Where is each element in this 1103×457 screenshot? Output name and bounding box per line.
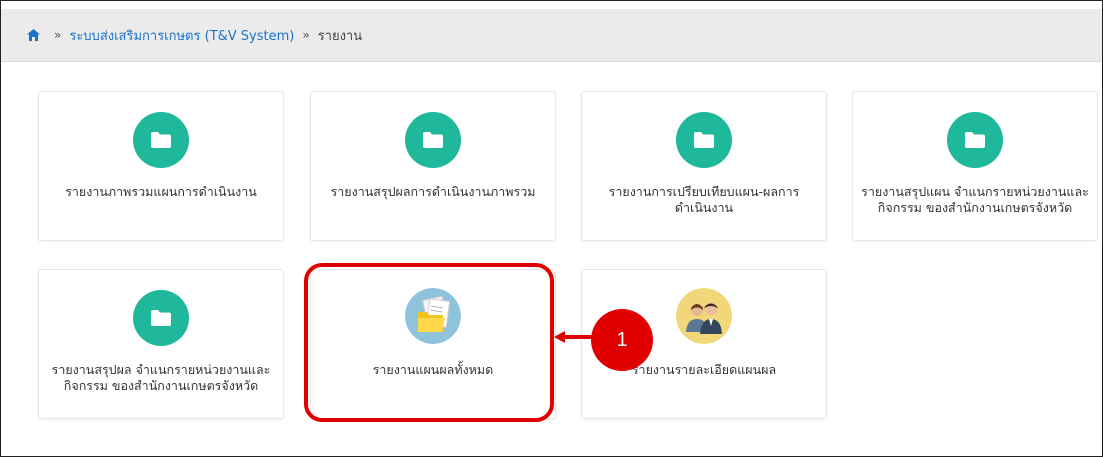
report-card-plan-vs-result[interactable]: รายงานการเปรียบเทียบแผน-ผลการดำเนินงาน <box>581 91 827 241</box>
folder-icon-circle <box>676 112 732 168</box>
page-frame: » ระบบส่งเสริมการเกษตร (T&V System) » รา… <box>0 0 1103 457</box>
folder-icon-circle <box>947 112 1003 168</box>
folder-icon-circle <box>405 112 461 168</box>
folder-icon <box>151 310 171 326</box>
report-card-overview-plan[interactable]: รายงานภาพรวมแผนการดำเนินงาน <box>38 91 284 241</box>
breadcrumb: » ระบบส่งเสริมการเกษตร (T&V System) » รา… <box>1 9 1102 62</box>
breadcrumb-separator: » <box>302 28 310 42</box>
report-card-label: รายงานสรุปผล จำแนกรายหน่วยงานและกิจกรรม … <box>51 362 271 393</box>
folder-icon <box>423 132 443 148</box>
folder-icon-circle <box>133 112 189 168</box>
folder-icon <box>694 132 714 148</box>
folder-icon-circle <box>133 290 189 346</box>
home-icon[interactable] <box>27 29 40 41</box>
step-callout-badge: 1 <box>591 309 653 371</box>
highlight-box <box>304 263 554 422</box>
report-card-label: รายงานสรุปแผน จำแนกรายหน่วยงานและกิจกรรม… <box>861 184 1089 215</box>
report-card-result-by-unit[interactable]: รายงานสรุปผล จำแนกรายหน่วยงานและกิจกรรม … <box>38 269 284 419</box>
breadcrumb-link-system[interactable]: ระบบส่งเสริมการเกษตร (T&V System) <box>69 25 294 46</box>
report-card-label: รายงานสรุปผลการดำเนินงานภาพรวม <box>330 184 536 199</box>
folder-icon <box>151 132 171 148</box>
folder-icon <box>965 132 985 148</box>
report-card-label: รายงานภาพรวมแผนการดำเนินงาน <box>65 184 257 199</box>
breadcrumb-separator: » <box>54 28 62 42</box>
people-icon <box>676 288 732 344</box>
breadcrumb-current: รายงาน <box>317 28 363 44</box>
report-card-summary-overall[interactable]: รายงานสรุปผลการดำเนินงานภาพรวม <box>310 91 556 241</box>
report-card-plan-by-unit[interactable]: รายงานสรุปแผน จำแนกรายหน่วยงานและกิจกรรม… <box>852 91 1098 241</box>
report-card-label: รายงานการเปรียบเทียบแผน-ผลการดำเนินงาน <box>608 184 800 215</box>
